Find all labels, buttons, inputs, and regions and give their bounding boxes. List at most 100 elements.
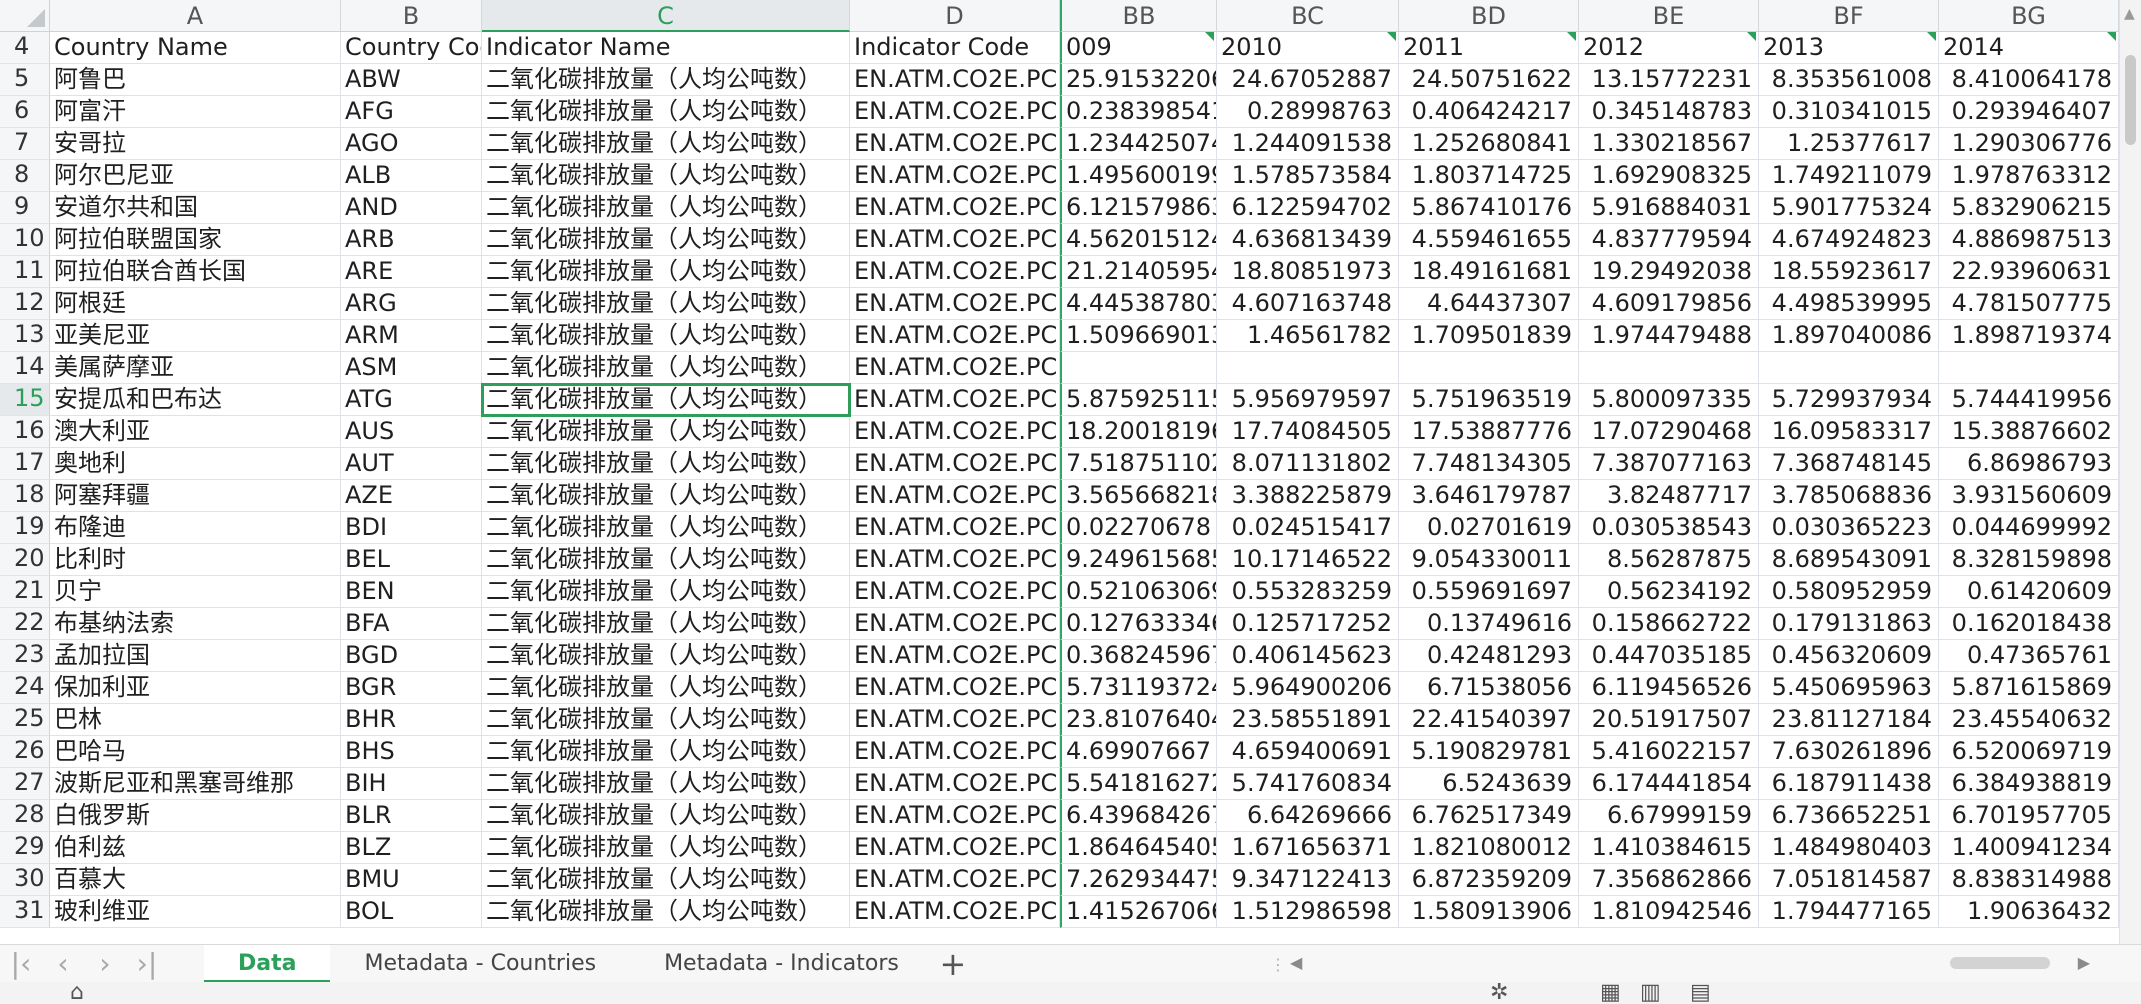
table-cell[interactable]: 波斯尼亚和黑塞哥维那	[50, 768, 341, 800]
row-header[interactable]: 14	[0, 352, 50, 384]
table-cell[interactable]: 5.416022157	[1579, 736, 1759, 768]
table-cell[interactable]: 4.781507775	[1939, 288, 2119, 320]
table-cell[interactable]: 0.310341015	[1759, 96, 1939, 128]
table-cell[interactable]: 1.415267066	[1060, 896, 1217, 928]
table-cell[interactable]: 6.119456526	[1579, 672, 1759, 704]
table-cell[interactable]: 1.495600199	[1060, 160, 1217, 192]
table-cell[interactable]: 8.353561008	[1759, 64, 1939, 96]
sheet-tab[interactable]: Metadata - Indicators	[630, 945, 933, 983]
scroll-grip-icon[interactable]: ⋮	[1270, 955, 1288, 974]
table-cell[interactable]: 二氧化碳排放量（人均公吨数）	[482, 64, 850, 96]
table-cell[interactable]: 白俄罗斯	[50, 800, 341, 832]
table-cell[interactable]: EN.ATM.CO2E.PC	[850, 768, 1060, 800]
row-header[interactable]: 21	[0, 576, 50, 608]
table-cell[interactable]: EN.ATM.CO2E.PC	[850, 192, 1060, 224]
row-header[interactable]: 18	[0, 480, 50, 512]
row-header[interactable]: 26	[0, 736, 50, 768]
table-cell[interactable]: 1.244091538	[1217, 128, 1399, 160]
table-cell[interactable]: 二氧化碳排放量（人均公吨数）	[482, 704, 850, 736]
table-cell[interactable]: EN.ATM.CO2E.PC	[850, 608, 1060, 640]
table-cell[interactable]: 5.744419956	[1939, 384, 2119, 416]
table-cell[interactable]: 奥地利	[50, 448, 341, 480]
table-cell[interactable]: 阿根廷	[50, 288, 341, 320]
table-cell[interactable]: 5.832906215	[1939, 192, 2119, 224]
table-cell[interactable]: 6.439684267	[1060, 800, 1217, 832]
page-break-icon[interactable]: ▤	[1690, 982, 1711, 1004]
table-cell[interactable]: BLZ	[341, 832, 482, 864]
table-cell[interactable]: ATG	[341, 384, 482, 416]
table-cell[interactable]: EN.ATM.CO2E.PC	[850, 448, 1060, 480]
table-cell[interactable]: 5.450695963	[1759, 672, 1939, 704]
next-sheet-icon[interactable]: ›	[84, 945, 126, 983]
table-cell[interactable]: 0.61420609	[1939, 576, 2119, 608]
table-cell[interactable]: EN.ATM.CO2E.PC	[850, 288, 1060, 320]
table-cell[interactable]: 二氧化碳排放量（人均公吨数）	[482, 864, 850, 896]
table-cell[interactable]: EN.ATM.CO2E.PC	[850, 128, 1060, 160]
header-cell[interactable]: 2010	[1217, 32, 1399, 64]
table-cell[interactable]: 25.91532206	[1060, 64, 1217, 96]
column-header[interactable]: C	[482, 0, 850, 32]
row-header[interactable]: 29	[0, 832, 50, 864]
table-cell[interactable]: EN.ATM.CO2E.PC	[850, 384, 1060, 416]
settings-icon[interactable]: ✲	[1490, 982, 1508, 1004]
table-cell[interactable]: EN.ATM.CO2E.PC	[850, 672, 1060, 704]
table-cell[interactable]: 5.729937934	[1759, 384, 1939, 416]
table-cell[interactable]: 1.898719374	[1939, 320, 2119, 352]
table-cell[interactable]: 安道尔共和国	[50, 192, 341, 224]
header-cell[interactable]: 009	[1060, 32, 1217, 64]
table-cell[interactable]: 6.5243639	[1399, 768, 1579, 800]
table-cell[interactable]: 0.521063069	[1060, 576, 1217, 608]
table-cell[interactable]: 3.388225879	[1217, 480, 1399, 512]
table-cell[interactable]	[1579, 352, 1759, 384]
table-cell[interactable]: 二氧化碳排放量（人均公吨数）	[482, 96, 850, 128]
table-cell[interactable]: 0.044699992	[1939, 512, 2119, 544]
table-cell[interactable]: 0.447035185	[1579, 640, 1759, 672]
row-header[interactable]: 22	[0, 608, 50, 640]
row-header[interactable]: 23	[0, 640, 50, 672]
table-cell[interactable]: ARG	[341, 288, 482, 320]
table-cell[interactable]: 孟加拉国	[50, 640, 341, 672]
table-cell[interactable]: 8.071131802	[1217, 448, 1399, 480]
table-cell[interactable]: 17.74084505	[1217, 416, 1399, 448]
column-header[interactable]: A	[50, 0, 341, 32]
table-cell[interactable]: EN.ATM.CO2E.PC	[850, 832, 1060, 864]
table-cell[interactable]: 澳大利亚	[50, 416, 341, 448]
table-cell[interactable]: 0.559691697	[1399, 576, 1579, 608]
table-cell[interactable]: 6.736652251	[1759, 800, 1939, 832]
row-header[interactable]: 12	[0, 288, 50, 320]
row-header[interactable]: 15	[0, 384, 50, 416]
table-cell[interactable]: 22.41540397	[1399, 704, 1579, 736]
header-cell[interactable]: Country Name	[50, 32, 341, 64]
table-cell[interactable]: 4.674924823	[1759, 224, 1939, 256]
table-cell[interactable]: 二氧化碳排放量（人均公吨数）	[482, 224, 850, 256]
table-cell[interactable]: 玻利维亚	[50, 896, 341, 928]
table-cell[interactable]: 1.810942546	[1579, 896, 1759, 928]
table-cell[interactable]: 二氧化碳排放量（人均公吨数）	[482, 672, 850, 704]
table-cell[interactable]: 0.406145623	[1217, 640, 1399, 672]
row-header[interactable]: 28	[0, 800, 50, 832]
table-cell[interactable]: 6.187911438	[1759, 768, 1939, 800]
column-header[interactable]: D	[850, 0, 1060, 32]
table-cell[interactable]: BHR	[341, 704, 482, 736]
table-cell[interactable]: EN.ATM.CO2E.PC	[850, 224, 1060, 256]
table-cell[interactable]: 7.262934475	[1060, 864, 1217, 896]
table-cell[interactable]: 二氧化碳排放量（人均公吨数）	[482, 576, 850, 608]
table-cell[interactable]: 0.345148783	[1579, 96, 1759, 128]
table-cell[interactable]: BGD	[341, 640, 482, 672]
table-cell[interactable]: ARE	[341, 256, 482, 288]
table-cell[interactable]: 二氧化碳排放量（人均公吨数）	[482, 768, 850, 800]
table-cell[interactable]: 0.162018438	[1939, 608, 2119, 640]
table-cell[interactable]: 二氧化碳排放量（人均公吨数）	[482, 896, 850, 928]
row-header[interactable]: 7	[0, 128, 50, 160]
table-cell[interactable]: 4.609179856	[1579, 288, 1759, 320]
table-cell[interactable]: 0.158662722	[1579, 608, 1759, 640]
table-cell[interactable]: 1.509669013	[1060, 320, 1217, 352]
table-cell[interactable]: 6.86986793	[1939, 448, 2119, 480]
table-cell[interactable]: ARM	[341, 320, 482, 352]
table-cell[interactable]: 18.80851973	[1217, 256, 1399, 288]
table-cell[interactable]: 6.701957705	[1939, 800, 2119, 832]
row-header[interactable]: 11	[0, 256, 50, 288]
row-header[interactable]: 8	[0, 160, 50, 192]
row-header[interactable]: 4	[0, 32, 50, 64]
table-cell[interactable]: 1.252680841	[1399, 128, 1579, 160]
